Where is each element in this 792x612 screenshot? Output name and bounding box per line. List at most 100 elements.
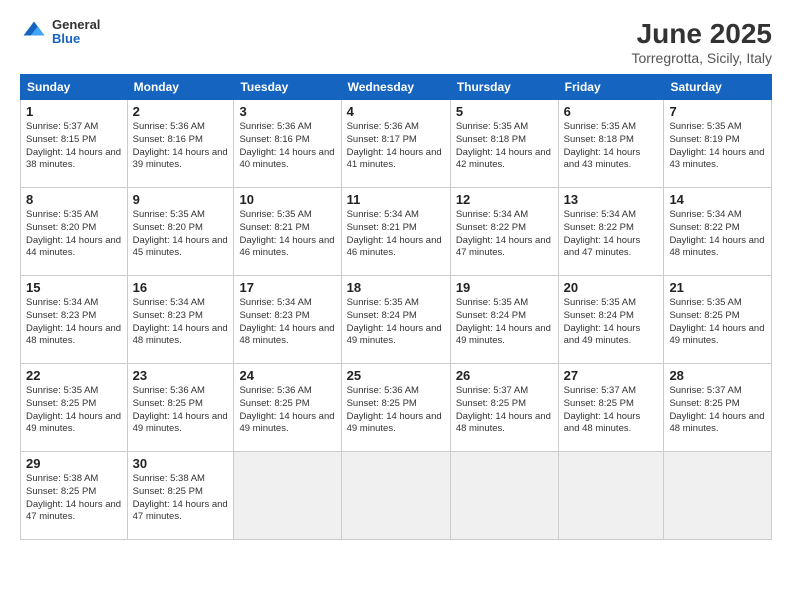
day-number: 14 bbox=[669, 192, 766, 207]
subtitle: Torregrotta, Sicily, Italy bbox=[631, 50, 772, 66]
day-number: 25 bbox=[347, 368, 445, 383]
day-info: Sunrise: 5:35 AMSunset: 8:25 PMDaylight:… bbox=[669, 297, 766, 348]
day-number: 12 bbox=[456, 192, 553, 207]
day-info: Sunrise: 5:35 AMSunset: 8:24 PMDaylight:… bbox=[456, 297, 553, 348]
day-info: Sunrise: 5:35 AMSunset: 8:18 PMDaylight:… bbox=[456, 121, 553, 172]
day-number: 11 bbox=[347, 192, 445, 207]
table-row: 9Sunrise: 5:35 AMSunset: 8:20 PMDaylight… bbox=[127, 188, 234, 276]
day-number: 30 bbox=[133, 456, 229, 471]
day-info: Sunrise: 5:34 AMSunset: 8:23 PMDaylight:… bbox=[26, 297, 122, 348]
col-monday: Monday bbox=[127, 75, 234, 100]
table-row: 8Sunrise: 5:35 AMSunset: 8:20 PMDaylight… bbox=[21, 188, 128, 276]
table-row: 7 Sunrise: 5:35 AMSunset: 8:19 PMDaylight… bbox=[664, 100, 772, 188]
day-info: Sunrise: 5:34 AMSunset: 8:22 PMDaylight:… bbox=[456, 209, 553, 260]
col-friday: Friday bbox=[558, 75, 664, 100]
table-row: 6 Sunrise: 5:35 AMSunset: 8:18 PMDaylight… bbox=[558, 100, 664, 188]
logo-icon bbox=[20, 18, 48, 46]
table-row: 13 Sunrise: 5:34 AMSunset: 8:22 PMDayligh… bbox=[558, 188, 664, 276]
day-info: Sunrise: 5:34 AMSunset: 8:22 PMDaylight:… bbox=[669, 209, 766, 260]
logo: General Blue bbox=[20, 18, 100, 47]
day-number: 21 bbox=[669, 280, 766, 295]
day-info: Sunrise: 5:37 AMSunset: 8:15 PMDaylight:… bbox=[26, 121, 122, 172]
table-row: 10 Sunrise: 5:35 AMSunset: 8:21 PMDayligh… bbox=[234, 188, 341, 276]
logo-blue: Blue bbox=[52, 32, 100, 46]
table-row: 16 Sunrise: 5:34 AMSunset: 8:23 PMDayligh… bbox=[127, 276, 234, 364]
table-row bbox=[664, 452, 772, 540]
logo-text: General Blue bbox=[52, 18, 100, 47]
table-row bbox=[558, 452, 664, 540]
table-row: 3 Sunrise: 5:36 AMSunset: 8:16 PMDaylight… bbox=[234, 100, 341, 188]
page: General Blue June 2025 Torregrotta, Sici… bbox=[0, 0, 792, 612]
table-row: 23Sunrise: 5:36 AMSunset: 8:25 PMDayligh… bbox=[127, 364, 234, 452]
table-row: 26Sunrise: 5:37 AMSunset: 8:25 PMDayligh… bbox=[450, 364, 558, 452]
day-number: 28 bbox=[669, 368, 766, 383]
day-info: Sunrise: 5:35 AMSunset: 8:24 PMDaylight:… bbox=[347, 297, 445, 348]
day-number: 18 bbox=[347, 280, 445, 295]
day-number: 20 bbox=[564, 280, 659, 295]
table-row bbox=[450, 452, 558, 540]
calendar-week-row: 1 Sunrise: 5:37 AMSunset: 8:15 PMDaylight… bbox=[21, 100, 772, 188]
day-number: 8 bbox=[26, 192, 122, 207]
table-row: 25 Sunrise: 5:36 AMSunset: 8:25 PMDayligh… bbox=[341, 364, 450, 452]
table-row: 17 Sunrise: 5:34 AMSunset: 8:23 PMDayligh… bbox=[234, 276, 341, 364]
day-info: Sunrise: 5:34 AMSunset: 8:22 PMDaylight:… bbox=[564, 209, 659, 260]
day-number: 19 bbox=[456, 280, 553, 295]
day-info: Sunrise: 5:36 AMSunset: 8:17 PMDaylight:… bbox=[347, 121, 445, 172]
day-number: 24 bbox=[239, 368, 335, 383]
table-row: 19 Sunrise: 5:35 AMSunset: 8:24 PMDayligh… bbox=[450, 276, 558, 364]
day-info: Sunrise: 5:37 AMSunset: 8:25 PMDaylight:… bbox=[669, 385, 766, 436]
day-info: Sunrise: 5:35 AMSunset: 8:19 PMDaylight:… bbox=[669, 121, 766, 172]
table-row: 18 Sunrise: 5:35 AMSunset: 8:24 PMDayligh… bbox=[341, 276, 450, 364]
table-row: 21 Sunrise: 5:35 AMSunset: 8:25 PMDayligh… bbox=[664, 276, 772, 364]
table-row: 24 Sunrise: 5:36 AMSunset: 8:25 PMDayligh… bbox=[234, 364, 341, 452]
table-row: 12 Sunrise: 5:34 AMSunset: 8:22 PMDayligh… bbox=[450, 188, 558, 276]
day-info: Sunrise: 5:36 AMSunset: 8:16 PMDaylight:… bbox=[133, 121, 229, 172]
day-number: 1 bbox=[26, 104, 122, 119]
table-row: 4 Sunrise: 5:36 AMSunset: 8:17 PMDaylight… bbox=[341, 100, 450, 188]
day-info: Sunrise: 5:38 AMSunset: 8:25 PMDaylight:… bbox=[133, 473, 229, 524]
day-number: 4 bbox=[347, 104, 445, 119]
day-number: 15 bbox=[26, 280, 122, 295]
day-number: 27 bbox=[564, 368, 659, 383]
day-info: Sunrise: 5:36 AMSunset: 8:25 PMDaylight:… bbox=[239, 385, 335, 436]
table-row: 30 Sunrise: 5:38 AMSunset: 8:25 PMDayligh… bbox=[127, 452, 234, 540]
day-number: 13 bbox=[564, 192, 659, 207]
day-info: Sunrise: 5:36 AMSunset: 8:16 PMDaylight:… bbox=[239, 121, 335, 172]
col-sunday: Sunday bbox=[21, 75, 128, 100]
calendar-week-row: 29 Sunrise: 5:38 AMSunset: 8:25 PMDayligh… bbox=[21, 452, 772, 540]
col-thursday: Thursday bbox=[450, 75, 558, 100]
day-number: 17 bbox=[239, 280, 335, 295]
day-info: Sunrise: 5:36 AMSunset: 8:25 PMDaylight:… bbox=[347, 385, 445, 436]
day-number: 29 bbox=[26, 456, 122, 471]
day-number: 5 bbox=[456, 104, 553, 119]
day-info: Sunrise: 5:35 AMSunset: 8:18 PMDaylight:… bbox=[564, 121, 659, 172]
calendar: Sunday Monday Tuesday Wednesday Thursday… bbox=[20, 74, 772, 540]
day-number: 3 bbox=[239, 104, 335, 119]
day-number: 10 bbox=[239, 192, 335, 207]
day-info: Sunrise: 5:35 AMSunset: 8:24 PMDaylight:… bbox=[564, 297, 659, 348]
day-info: Sunrise: 5:34 AMSunset: 8:23 PMDaylight:… bbox=[239, 297, 335, 348]
calendar-week-row: 8Sunrise: 5:35 AMSunset: 8:20 PMDaylight… bbox=[21, 188, 772, 276]
table-row: 29 Sunrise: 5:38 AMSunset: 8:25 PMDayligh… bbox=[21, 452, 128, 540]
day-info: Sunrise: 5:37 AMSunset: 8:25 PMDaylight:… bbox=[564, 385, 659, 436]
day-info: Sunrise: 5:35 AMSunset: 8:21 PMDaylight:… bbox=[239, 209, 335, 260]
day-number: 16 bbox=[133, 280, 229, 295]
day-info: Sunrise: 5:37 AMSunset: 8:25 PMDaylight:… bbox=[456, 385, 553, 436]
table-row: 1 Sunrise: 5:37 AMSunset: 8:15 PMDaylight… bbox=[21, 100, 128, 188]
table-row: 28 Sunrise: 5:37 AMSunset: 8:25 PMDayligh… bbox=[664, 364, 772, 452]
table-row: 27 Sunrise: 5:37 AMSunset: 8:25 PMDayligh… bbox=[558, 364, 664, 452]
table-row: 15 Sunrise: 5:34 AMSunset: 8:23 PMDayligh… bbox=[21, 276, 128, 364]
table-row: 2 Sunrise: 5:36 AMSunset: 8:16 PMDaylight… bbox=[127, 100, 234, 188]
calendar-week-row: 15 Sunrise: 5:34 AMSunset: 8:23 PMDayligh… bbox=[21, 276, 772, 364]
day-info: Sunrise: 5:38 AMSunset: 8:25 PMDaylight:… bbox=[26, 473, 122, 524]
day-info: Sunrise: 5:34 AMSunset: 8:23 PMDaylight:… bbox=[133, 297, 229, 348]
day-info: Sunrise: 5:36 AMSunset: 8:25 PMDaylight:… bbox=[133, 385, 229, 436]
title-block: June 2025 Torregrotta, Sicily, Italy bbox=[631, 18, 772, 66]
day-number: 7 bbox=[669, 104, 766, 119]
day-number: 2 bbox=[133, 104, 229, 119]
logo-general: General bbox=[52, 18, 100, 32]
day-number: 6 bbox=[564, 104, 659, 119]
calendar-header-row: Sunday Monday Tuesday Wednesday Thursday… bbox=[21, 75, 772, 100]
table-row: 5 Sunrise: 5:35 AMSunset: 8:18 PMDaylight… bbox=[450, 100, 558, 188]
day-info: Sunrise: 5:35 AMSunset: 8:25 PMDaylight:… bbox=[26, 385, 122, 436]
